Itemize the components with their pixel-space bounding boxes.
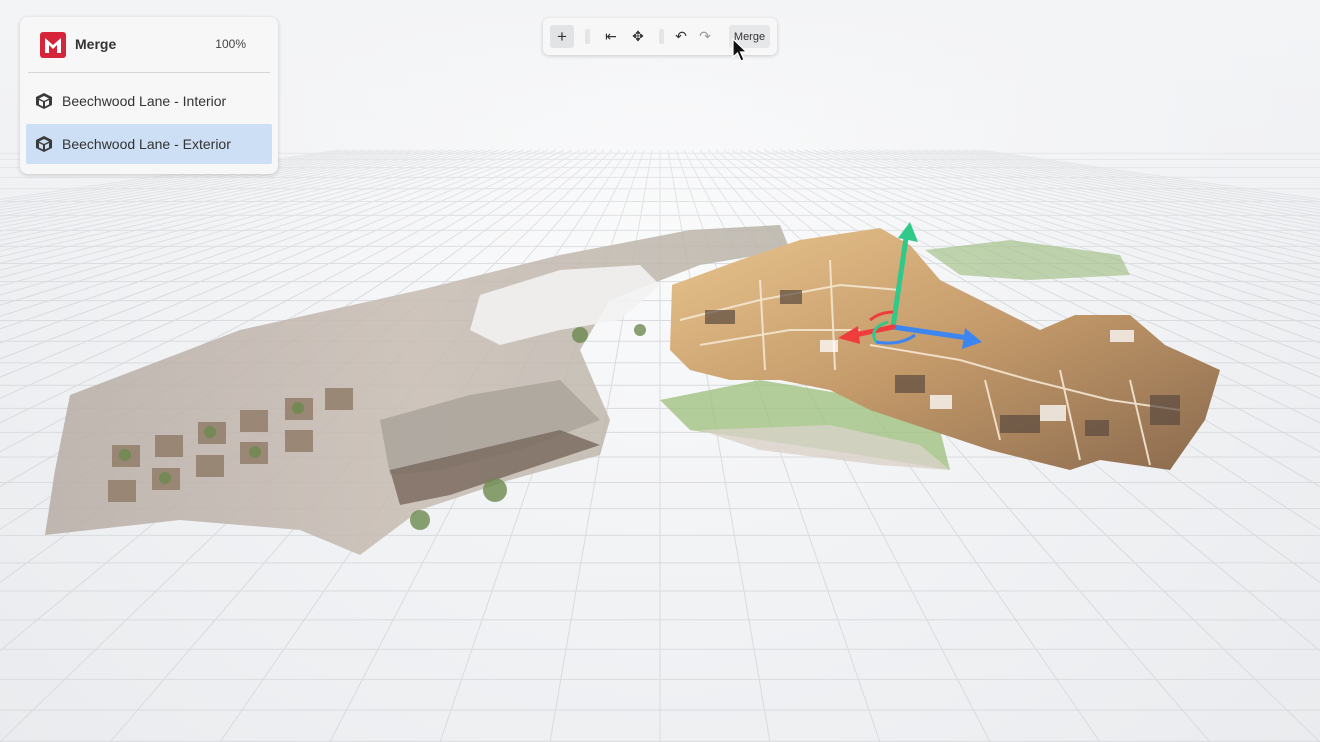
plus-icon: + <box>557 26 567 46</box>
redo-icon: ↷ <box>699 28 711 44</box>
divider <box>28 72 270 73</box>
model-label: Beechwood Lane - Interior <box>62 93 227 109</box>
toolbar-separator <box>659 29 664 44</box>
move-icon: ✥ <box>632 28 644 44</box>
cube-icon <box>36 136 52 152</box>
model-label: Beechwood Lane - Exterior <box>62 136 231 152</box>
matterport-logo-icon <box>40 32 66 58</box>
undo-button[interactable]: ↶ <box>671 25 691 48</box>
align-start-icon: ⇤ <box>605 28 617 44</box>
redo-button[interactable]: ↷ <box>695 25 715 48</box>
merge-progress: 100% <box>215 37 246 51</box>
toolbar-separator <box>585 29 590 44</box>
align-start-button[interactable]: ⇤ <box>601 25 621 48</box>
mouse-cursor-icon <box>732 38 748 62</box>
undo-icon: ↶ <box>675 28 687 44</box>
model-list-item-interior[interactable]: Beechwood Lane - Interior <box>26 81 272 121</box>
add-model-button[interactable]: + <box>550 25 574 48</box>
app-title: Merge <box>75 36 117 52</box>
model-list-item-exterior[interactable]: Beechwood Lane - Exterior <box>26 124 272 164</box>
cube-icon <box>36 93 52 109</box>
panel-header: Merge 100% <box>20 17 278 72</box>
move-button[interactable]: ✥ <box>628 25 648 48</box>
model-panel: Merge 100% Beechwood Lane - Interior Bee… <box>20 17 278 174</box>
